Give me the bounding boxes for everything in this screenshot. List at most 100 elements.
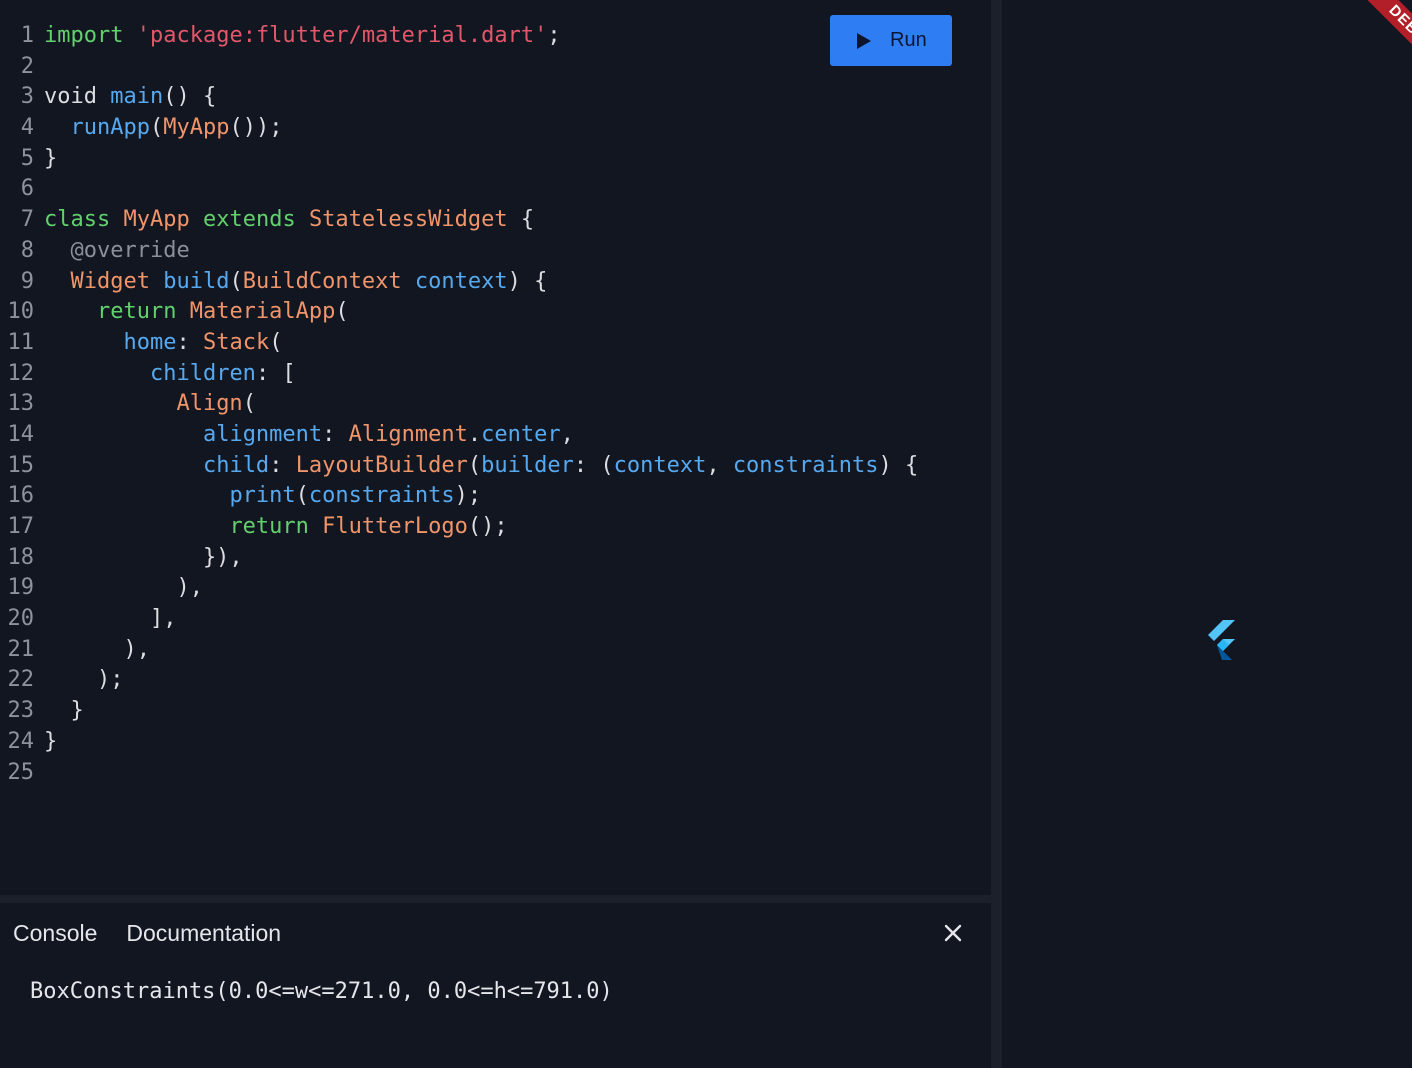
line-number: 11	[7, 329, 35, 355]
code-line[interactable]: 22 );	[0, 665, 918, 696]
line-number: 3	[20, 84, 34, 110]
line-source: ],	[44, 606, 177, 632]
code-token: @override	[70, 237, 190, 263]
code-editor[interactable]: 1 import 'package:flutter/material.dart';…	[0, 0, 991, 895]
code-line[interactable]: 4 runApp(MyApp());	[0, 113, 918, 144]
line-number: 14	[7, 421, 35, 447]
code-line[interactable]: 23 }	[0, 696, 918, 727]
code-line[interactable]: 19 ),	[0, 573, 918, 604]
code-token: :	[269, 452, 296, 478]
code-token: MyApp	[163, 115, 230, 141]
code-line[interactable]: 16 print(constraints);	[0, 481, 918, 512]
line-number: 23	[7, 698, 35, 724]
code-token: (	[467, 452, 482, 478]
code-token: LayoutBuilder	[295, 452, 468, 478]
line-number: 13	[7, 391, 35, 417]
line-number: 1	[20, 23, 34, 48]
code-line[interactable]: 12 children: [	[0, 359, 918, 390]
line-number: 18	[7, 544, 35, 570]
line-number: 4	[20, 115, 34, 141]
code-line[interactable]: 10 return MaterialApp(	[0, 297, 918, 328]
line-source: alignment: Alignment.center,	[44, 422, 574, 447]
code-token: Widget	[70, 268, 164, 294]
code-line[interactable]: 11 home: Stack(	[0, 328, 918, 359]
run-button[interactable]: Run	[830, 15, 952, 66]
app-preview[interactable]: DEBUG	[1002, 0, 1412, 1068]
code-token: }	[44, 728, 58, 754]
code-token: );	[454, 483, 482, 509]
code-token: return	[96, 299, 190, 325]
code-line[interactable]: 2	[0, 52, 918, 83]
line-source: }),	[44, 545, 243, 570]
code-line[interactable]: 13 Align(	[0, 389, 918, 420]
line-source: @override	[44, 238, 190, 263]
code-token: import	[44, 23, 124, 48]
code-line[interactable]: 1 import 'package:flutter/material.dart';	[0, 21, 918, 52]
code-token: (	[295, 483, 309, 509]
line-number: 5	[20, 145, 34, 171]
line-number: 19	[7, 575, 35, 601]
line-source: ),	[44, 575, 203, 600]
close-icon[interactable]	[941, 921, 965, 945]
code-line[interactable]: 17 return FlutterLogo();	[0, 512, 918, 543]
code-line[interactable]: 5}	[0, 144, 918, 175]
code-token: : [	[255, 360, 296, 386]
code-token: ],	[44, 606, 177, 632]
code-token: class	[44, 207, 124, 233]
line-number: 9	[20, 268, 34, 294]
line-source: import 'package:flutter/material.dart';	[44, 23, 561, 48]
line-number: 6	[20, 176, 34, 202]
code-line[interactable]: 25	[0, 758, 918, 789]
code-token: build	[163, 268, 230, 294]
code-token: Align	[176, 391, 243, 417]
tab-console[interactable]: Console	[13, 920, 97, 947]
code-token: MyApp	[123, 207, 203, 233]
bottom-panel: Console Documentation BoxConstraints(0.0…	[0, 903, 991, 1068]
code-line[interactable]: 6	[0, 174, 918, 205]
line-source: Widget build(BuildContext context) {	[44, 268, 548, 294]
code-line[interactable]: 7 class MyApp extends StatelessWidget {	[0, 205, 918, 236]
line-source: Align(	[44, 391, 255, 417]
line-number: 25	[7, 759, 35, 785]
line-number: 24	[7, 728, 35, 754]
code-token: Stack	[202, 329, 270, 355]
code-token: .	[467, 421, 482, 447]
code-token: builder	[481, 452, 574, 478]
line-number: 20	[7, 606, 35, 632]
console-output: BoxConstraints(0.0<=w<=271.0, 0.0<=h<=79…	[30, 979, 613, 1004]
line-number: 21	[7, 636, 35, 662]
code-token: alignment	[202, 421, 323, 447]
flutter-logo-icon	[1208, 620, 1235, 660]
code-area[interactable]: 1 import 'package:flutter/material.dart';…	[0, 21, 919, 789]
line-source: runApp(MyApp());	[44, 115, 283, 141]
code-token: runApp	[70, 115, 150, 141]
code-line[interactable]: 24}	[0, 727, 918, 758]
code-line[interactable]: 21 ),	[0, 635, 918, 666]
code-line[interactable]: 3 void main() {	[0, 82, 918, 113]
dartpad-window: 1 import 'package:flutter/material.dart';…	[0, 0, 1412, 1068]
line-number: 17	[7, 514, 35, 539]
code-token: );	[44, 667, 124, 693]
line-source: }	[44, 698, 84, 724]
code-line[interactable]: 14 alignment: Alignment.center,	[0, 420, 918, 451]
horizontal-splitter[interactable]	[0, 895, 991, 903]
code-token: BuildContext	[242, 268, 415, 294]
vertical-splitter[interactable]	[991, 0, 1002, 1068]
code-token: }	[44, 698, 84, 724]
code-line[interactable]: 9 Widget build(BuildContext context) {	[0, 267, 918, 298]
code-line[interactable]: 18 }),	[0, 543, 918, 574]
tab-documentation[interactable]: Documentation	[126, 920, 281, 947]
line-number: 2	[20, 53, 34, 79]
code-line[interactable]: 20 ],	[0, 604, 918, 635]
panel-tabs: Console Documentation	[13, 920, 281, 947]
code-token: () {	[163, 84, 217, 110]
code-line[interactable]: 8 @override	[0, 236, 918, 267]
code-line[interactable]: 15 child: LayoutBuilder(builder: (contex…	[0, 451, 919, 482]
code-token: void	[44, 84, 111, 110]
code-token: constraints	[732, 452, 879, 478]
